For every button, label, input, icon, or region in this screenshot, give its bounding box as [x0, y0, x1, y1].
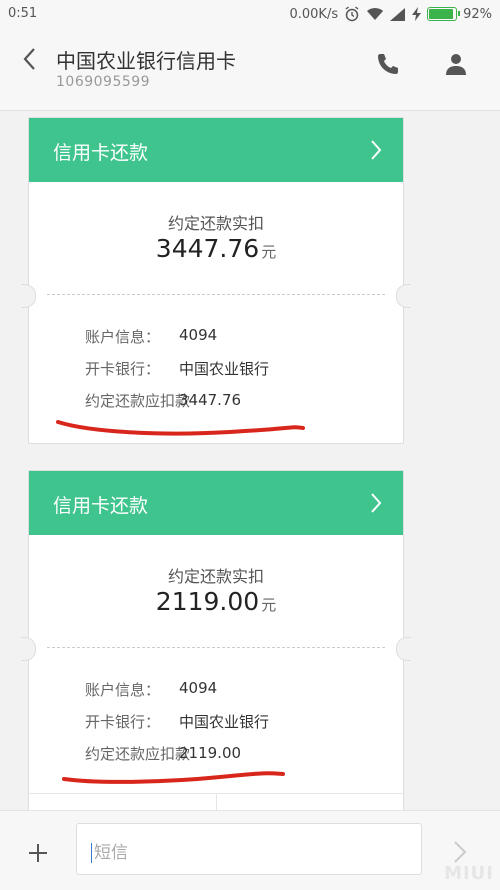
bank-value: 中国农业银行: [179, 360, 270, 378]
due-label: 约定还款应扣款: [85, 745, 191, 763]
due-value: 3447.76: [179, 391, 242, 409]
text-cursor: [91, 843, 92, 863]
sms-input[interactable]: 短信: [76, 823, 422, 875]
card-title: 信用卡还款: [53, 495, 149, 517]
account-label: 账户信息：: [85, 681, 161, 699]
bank-label: 开卡银行：: [85, 713, 161, 731]
due-value: 2119.00: [179, 744, 242, 762]
ticket-notch-right: [396, 637, 411, 661]
contact-icon[interactable]: [442, 50, 470, 78]
battery-percent: 92%: [463, 6, 492, 22]
plus-icon[interactable]: [26, 841, 50, 865]
send-icon[interactable]: [452, 839, 468, 865]
conversation-header: 中国农业银行信用卡 1069095599: [0, 30, 500, 111]
amount-unit: 元: [261, 243, 277, 261]
alarm-icon: [345, 6, 359, 22]
message-card[interactable]: 信用卡还款 约定还款实扣 3447.76 元 账户信息： 4094 开卡银行： 中…: [21, 117, 411, 444]
amount-number: 2119.00: [155, 587, 260, 616]
wifi-icon: [367, 7, 384, 20]
chevron-right-icon[interactable]: [369, 138, 383, 162]
phone-icon[interactable]: [374, 50, 402, 78]
amount-unit: 元: [261, 596, 277, 614]
account-label: 账户信息：: [85, 328, 161, 346]
amount-value: 2119.00 元: [29, 587, 403, 616]
amount-number: 3447.76: [155, 234, 260, 263]
status-time: 0:51: [8, 6, 38, 21]
amount-value: 3447.76 元: [29, 234, 403, 263]
card-title: 信用卡还款: [53, 142, 149, 164]
miui-watermark: MIUI: [444, 863, 494, 884]
amount-label: 约定还款实扣: [167, 567, 264, 586]
account-value: 4094: [179, 326, 218, 344]
card-header[interactable]: 信用卡还款: [29, 471, 403, 535]
account-value: 4094: [179, 679, 218, 697]
back-arrow-icon[interactable]: [18, 44, 42, 74]
network-speed: 0.00K/s: [289, 6, 339, 22]
battery-fill: [429, 9, 453, 19]
signal-icon: [390, 7, 406, 21]
ticket-notch-right: [396, 284, 411, 308]
ticket-notch-left: [21, 284, 36, 308]
contact-number: 1069095599: [56, 74, 151, 90]
status-bar: 0:51 0.00K/s 92%: [0, 0, 500, 30]
message-card[interactable]: 信用卡还款 约定还款实扣 2119.00 元 账户信息： 4094 开卡银行： 中…: [21, 470, 411, 811]
red-underline-annotation: [62, 771, 285, 784]
contact-name: 中国农业银行信用卡: [56, 49, 236, 73]
card-header[interactable]: 信用卡还款: [29, 118, 403, 182]
bank-label: 开卡银行：: [85, 360, 161, 378]
bank-value: 中国农业银行: [179, 713, 270, 731]
amount-label: 约定还款实扣: [167, 214, 264, 233]
dashed-divider: [47, 294, 385, 295]
battery-icon: [427, 7, 461, 21]
ticket-notch-left: [21, 637, 36, 661]
dashed-divider: [47, 647, 385, 648]
charging-icon: [412, 7, 422, 21]
message-composer: 短信 MIUI: [0, 810, 500, 890]
status-indicators: 0.00K/s 92%: [289, 6, 492, 22]
chevron-right-icon[interactable]: [369, 491, 383, 515]
due-label: 约定还款应扣款: [85, 392, 191, 410]
sms-placeholder: 短信: [94, 843, 128, 863]
red-underline-annotation: [56, 420, 305, 436]
